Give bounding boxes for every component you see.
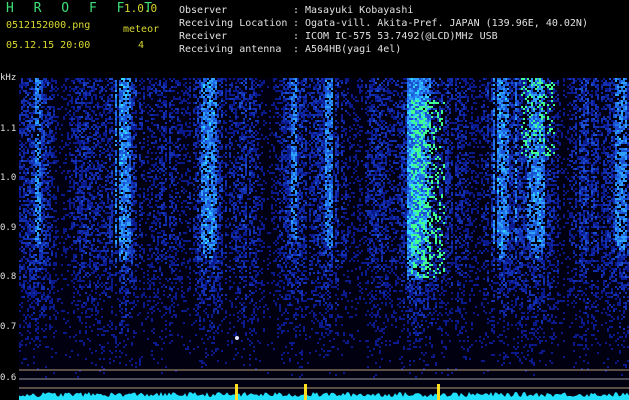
y-tick-label: 0.9 <box>0 223 16 233</box>
meteor-marker <box>437 384 440 400</box>
antenna-value: A504HB(yagi 4el) <box>305 44 401 55</box>
location-key: Receiving Location <box>179 17 293 30</box>
y-axis-unit: kHz <box>0 73 16 83</box>
meteor-marker <box>304 384 307 400</box>
y-tick-label: 1.0 <box>0 173 16 183</box>
location-value: Ogata-vill. Akita-Pref. JAPAN (139.96E, … <box>305 18 588 29</box>
observer-key: Observer <box>179 4 293 17</box>
app-version: 1.0.0 <box>124 2 157 15</box>
header: H R O F F T 1.0.0 0512152000.png meteor … <box>0 0 629 78</box>
meteor-marker <box>235 384 238 400</box>
receiver-key: Receiver <box>179 30 293 43</box>
spectrogram-canvas <box>19 78 629 400</box>
y-tick-label: 0.6 <box>0 373 16 383</box>
y-tick-label: 0.7 <box>0 322 16 332</box>
meteor-echo-dot <box>235 336 239 340</box>
meteor-label: meteor <box>123 24 159 35</box>
location-row: Receiving Location: Ogata-vill. Akita-Pre… <box>179 17 588 30</box>
observer-value: Masayuki Kobayashi <box>305 5 413 16</box>
observation-info: Observer: Masayuki Kobayashi Receiving Lo… <box>179 4 588 56</box>
date-time: 05.12.15 20:00 <box>6 40 90 51</box>
receiver-row: Receiver: ICOM IC-575 53.7492(@LCD)MHz US… <box>179 30 588 43</box>
meteor-count: 4 <box>138 40 144 51</box>
y-tick-label: 1.1 <box>0 124 16 134</box>
antenna-row: Receiving antenna: A504HB(yagi 4el) <box>179 43 588 56</box>
observer-row: Observer: Masayuki Kobayashi <box>179 4 588 17</box>
y-tick-label: 0.8 <box>0 272 16 282</box>
file-name: 0512152000.png <box>6 20 90 31</box>
spectrogram <box>19 78 629 400</box>
antenna-key: Receiving antenna <box>179 43 293 56</box>
receiver-value: ICOM IC-575 53.7492(@LCD)MHz USB <box>305 31 498 42</box>
